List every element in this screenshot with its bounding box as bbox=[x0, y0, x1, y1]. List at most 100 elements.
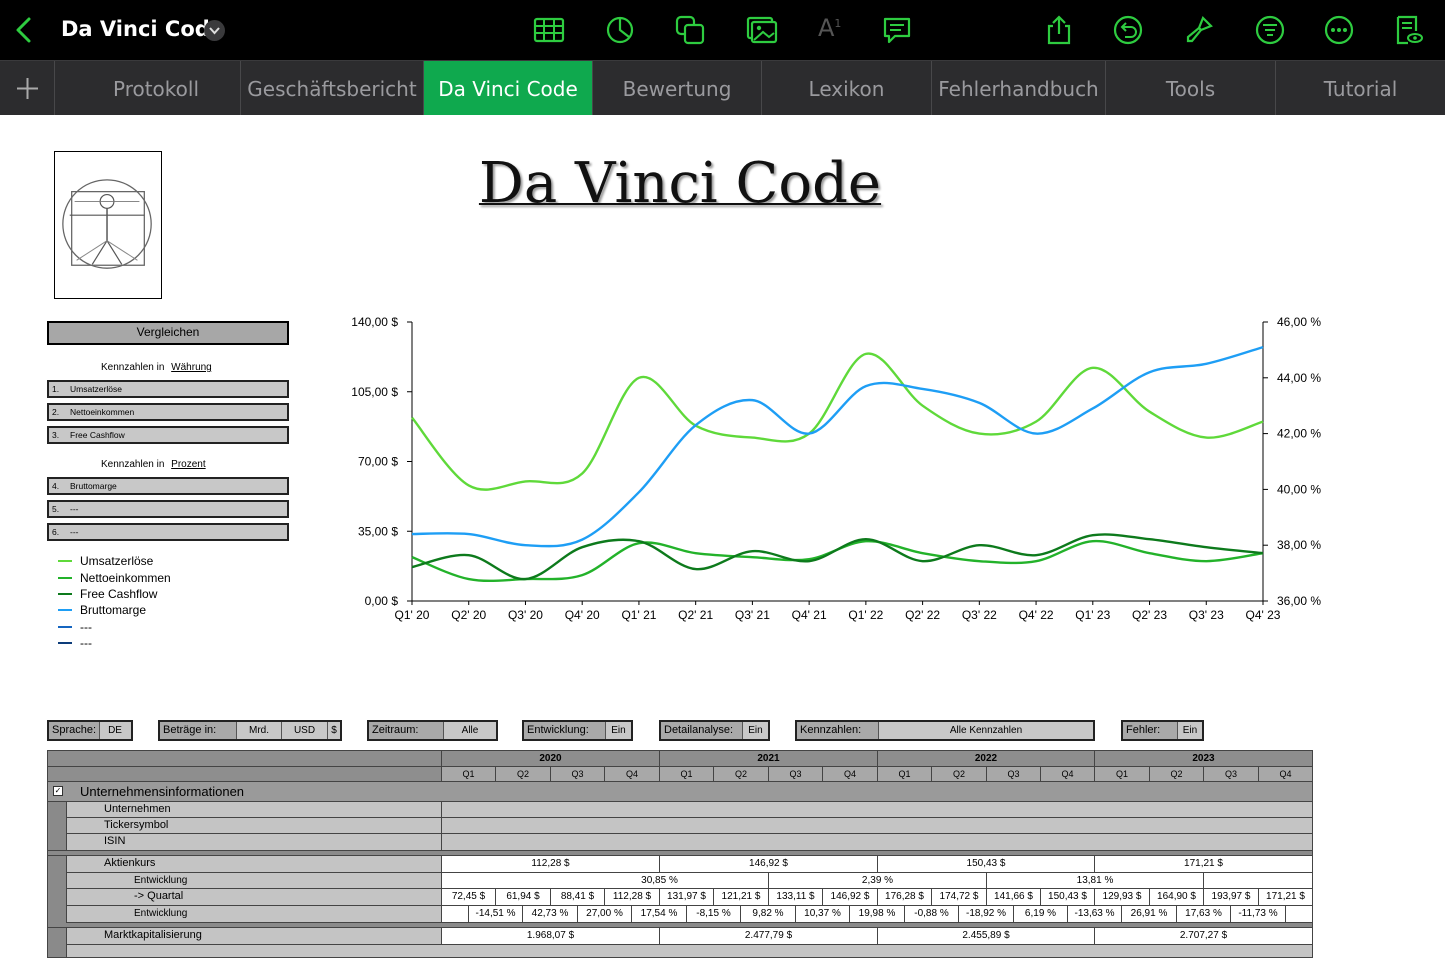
x-tick-label: Q2' 23 bbox=[1132, 608, 1167, 622]
legend-swatch bbox=[58, 576, 72, 579]
text-format-icon[interactable]: A1 bbox=[818, 14, 850, 46]
y-tick-label-right: 46,00 % bbox=[1277, 315, 1321, 329]
filter-value[interactable]: Alle Kennzahlen bbox=[879, 722, 1093, 739]
currency-header-text: Kennzahlen in bbox=[101, 362, 165, 373]
quartal-value: 176,28 $ bbox=[878, 889, 932, 906]
tab-protokoll[interactable]: Protokoll bbox=[72, 61, 241, 116]
x-tick-label: Q4' 23 bbox=[1246, 608, 1281, 622]
filter-value[interactable]: Ein bbox=[743, 722, 768, 739]
organize-icon[interactable] bbox=[1254, 14, 1286, 46]
series-line bbox=[411, 352, 1264, 491]
filter-value-currency[interactable]: USD bbox=[282, 722, 328, 739]
filter-label: Entwicklung: bbox=[524, 722, 606, 739]
filter-zeitraum[interactable]: Zeitraum: Alle bbox=[367, 720, 498, 741]
legend-entry: Free Cashflow bbox=[58, 586, 171, 602]
tab-fehlerhandbuch[interactable]: Fehlerhandbuch bbox=[932, 61, 1106, 116]
filter-value[interactable]: Ein bbox=[606, 722, 631, 739]
entwicklung-quartal-value: -0,88 % bbox=[905, 906, 959, 923]
year-header: 2022 bbox=[878, 750, 1095, 767]
section-header-row[interactable]: ✓ Unternehmensinformationen bbox=[47, 782, 1313, 802]
quartal-value: 72,45 $ bbox=[442, 889, 496, 906]
info-value-cell[interactable] bbox=[442, 818, 1313, 834]
entwicklung-quartal-value: -14,51 % bbox=[469, 906, 523, 923]
title-menu-chevron-icon[interactable] bbox=[204, 20, 225, 41]
row-label: Entwicklung bbox=[134, 875, 188, 886]
entwicklung-quartal-value: -8,15 % bbox=[687, 906, 741, 923]
line-chart: 0,00 $ 35,00 $ 70,00 $ 105,00 $ 140,00 $ 36,0… bbox=[351, 315, 1321, 622]
share-icon[interactable] bbox=[1043, 14, 1075, 46]
tab-lexikon[interactable]: Lexikon bbox=[762, 61, 932, 116]
filter-value-unit[interactable]: Mrd. bbox=[237, 722, 282, 739]
table-icon[interactable] bbox=[533, 14, 565, 46]
legend-entry: --- bbox=[58, 635, 171, 651]
tab-bewertung[interactable]: Bewertung bbox=[593, 61, 762, 116]
percent-item-5[interactable]: 5. --- bbox=[47, 500, 289, 518]
series-line bbox=[411, 345, 1264, 548]
filter-value[interactable]: Ein bbox=[1178, 722, 1202, 739]
add-sheet-button[interactable] bbox=[0, 61, 55, 116]
aktienkurs-year-value: 150,43 $ bbox=[878, 856, 1095, 873]
filter-value[interactable]: DE bbox=[100, 722, 131, 739]
filter-kennzahlen[interactable]: Kennzahlen: Alle Kennzahlen bbox=[795, 720, 1095, 741]
filter-fehler[interactable]: Fehler: Ein bbox=[1121, 720, 1204, 741]
back-chevron-icon[interactable] bbox=[12, 16, 36, 44]
tab-tools[interactable]: Tools bbox=[1106, 61, 1276, 116]
filter-detailanalyse[interactable]: Detailanalyse: Ein bbox=[659, 720, 770, 741]
currency-link[interactable]: Währung bbox=[171, 362, 212, 373]
info-value-cell[interactable] bbox=[442, 802, 1313, 818]
document-title[interactable]: Da Vinci Code bbox=[61, 17, 224, 41]
row-label: Aktienkurs bbox=[104, 857, 156, 869]
quartal-value: 141,66 $ bbox=[987, 889, 1041, 906]
compare-button[interactable]: Vergleichen bbox=[47, 321, 289, 345]
document-view-icon[interactable] bbox=[1392, 14, 1424, 46]
legend-label: --- bbox=[80, 636, 92, 651]
filter-entwicklung[interactable]: Entwicklung: Ein bbox=[522, 720, 633, 741]
filter-betraege[interactable]: Beträge in: Mrd. USD $ bbox=[158, 720, 342, 741]
aktienkurs-year-value: 112,28 $ bbox=[442, 856, 660, 873]
currency-item-1[interactable]: 1. Umsatzerlöse bbox=[47, 380, 289, 398]
entwicklung-quartal-value: 42,73 % bbox=[523, 906, 578, 923]
entwicklung-quartal-label-cell: Entwicklung bbox=[67, 906, 442, 923]
entwicklung-year-value: 13,81 % bbox=[987, 873, 1204, 889]
marktkap-year-value: 2.477,79 $ bbox=[660, 928, 878, 945]
legend-swatch bbox=[58, 642, 72, 645]
percent-item-4[interactable]: 4. Bruttomarge bbox=[47, 477, 289, 495]
x-tick-label: Q2' 21 bbox=[678, 608, 713, 622]
filter-value-symbol[interactable]: $ bbox=[328, 722, 340, 739]
undo-icon[interactable] bbox=[1112, 14, 1144, 46]
percent-section-header: Kennzahlen in Prozent bbox=[101, 459, 206, 470]
tab-da-vinci-code[interactable]: Da Vinci Code bbox=[424, 61, 593, 116]
vitruvian-logo bbox=[54, 151, 162, 299]
item-label: Bruttomarge bbox=[70, 481, 117, 491]
shape-icon[interactable] bbox=[674, 14, 706, 46]
collapse-checkbox-icon[interactable]: ✓ bbox=[53, 786, 63, 796]
currency-item-3[interactable]: 3. Free Cashflow bbox=[47, 426, 289, 444]
row-gutter bbox=[47, 928, 67, 958]
aktienkurs-year-value: 146,92 $ bbox=[660, 856, 878, 873]
info-value-cell[interactable] bbox=[442, 834, 1313, 851]
aktienkurs-label-cell: Aktienkurs bbox=[67, 856, 442, 873]
filter-value[interactable]: Alle bbox=[444, 722, 496, 739]
filter-label: Sprache: bbox=[49, 722, 101, 739]
tab-geschaeftsbericht[interactable]: Geschäftsbericht bbox=[241, 61, 424, 116]
plus-icon bbox=[17, 78, 38, 99]
currency-item-2[interactable]: 2. Nettoeinkommen bbox=[47, 403, 289, 421]
comment-icon[interactable] bbox=[881, 14, 913, 46]
brush-icon[interactable] bbox=[1183, 14, 1215, 46]
filter-sprache[interactable]: Sprache: DE bbox=[47, 720, 133, 741]
media-icon[interactable] bbox=[746, 14, 778, 46]
filter-label: Fehler: bbox=[1123, 722, 1178, 739]
item-number: 1. bbox=[52, 384, 60, 394]
more-icon[interactable] bbox=[1323, 14, 1355, 46]
y-tick-label-right: 40,00 % bbox=[1277, 482, 1321, 496]
item-label: --- bbox=[70, 527, 79, 537]
tab-tutorial[interactable]: Tutorial bbox=[1276, 61, 1445, 116]
item-label: --- bbox=[70, 504, 79, 514]
item-label: Umsatzerlöse bbox=[70, 384, 122, 394]
x-tick-label: Q1' 23 bbox=[1075, 608, 1110, 622]
percent-item-6[interactable]: 6. --- bbox=[47, 523, 289, 541]
legend-entry: Bruttomarge bbox=[58, 602, 171, 618]
percent-link[interactable]: Prozent bbox=[171, 459, 205, 470]
chart-icon[interactable] bbox=[604, 14, 636, 46]
x-tick-label: Q2' 20 bbox=[451, 608, 486, 622]
